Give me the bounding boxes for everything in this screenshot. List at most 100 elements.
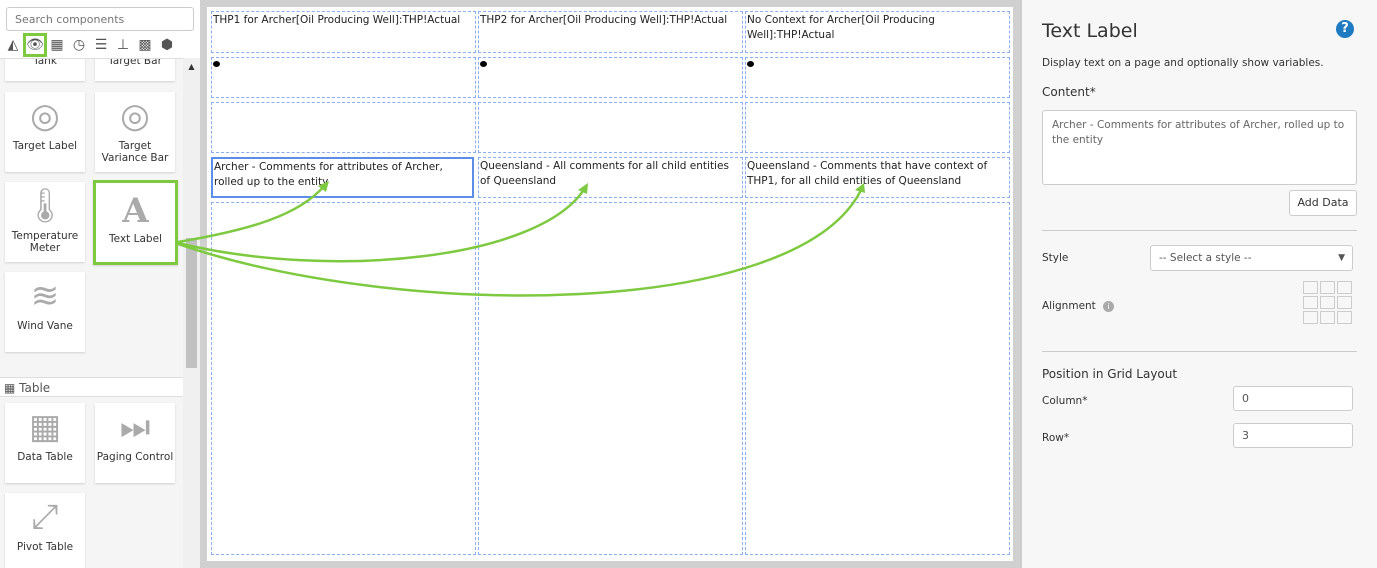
grid-cell[interactable]: Queensland - Comments that have context … [745, 157, 1010, 198]
card-label: Target Variance Bar [101, 140, 169, 164]
card-target-variance-bar[interactable]: ◎ Target Variance Bar [95, 92, 175, 172]
sidebar-scrollbar[interactable]: ▲ [183, 58, 200, 568]
grid-cell[interactable] [478, 102, 743, 153]
card-data-table[interactable]: ▦ Data Table [5, 403, 85, 483]
chevron-down-icon: ▼ [1338, 253, 1345, 263]
design-canvas: THP1 for Archer[Oil Producing Well]:THP!… [200, 0, 1020, 568]
row-label: Row* [1042, 432, 1070, 444]
help-icon[interactable]: ? [1336, 20, 1354, 38]
panel-description: Display text on a page and optionally sh… [1042, 57, 1324, 69]
align-cell[interactable] [1337, 311, 1352, 324]
align-cell[interactable] [1303, 281, 1318, 294]
card-label: Pivot Table [16, 541, 74, 553]
grid-cell[interactable]: THP1 for Archer[Oil Producing Well]:THP!… [211, 11, 476, 53]
cube-icon[interactable]: ⬢ [158, 36, 176, 54]
card-target-bar[interactable]: Target Bar [95, 58, 175, 81]
skip-forward-icon: ⏭ [119, 407, 151, 447]
clock-icon[interactable]: ◷ [70, 36, 88, 54]
component-sidebar: ◭ 👁 ▦ ◷ ☰ ⊥ ▩ ⬢ Tank Target Bar ◎ Target … [0, 0, 200, 568]
alignment-label-row: Alignment i [1042, 300, 1115, 312]
bullet-icon [213, 61, 220, 67]
style-select[interactable]: -- Select a style -- ▼ [1150, 245, 1353, 271]
scroll-up-icon[interactable]: ▲ [183, 62, 200, 71]
grid-cell[interactable]: Queensland - All comments for all child … [478, 157, 743, 198]
grid-cell[interactable] [478, 57, 743, 98]
target-icon: ◎ [30, 96, 60, 136]
card-label: Temperature Meter [11, 230, 79, 254]
target-icon: ◎ [120, 96, 150, 136]
card-pivot-table[interactable]: ⤢ Pivot Table [5, 493, 85, 568]
scrollbar-thumb[interactable] [186, 238, 197, 368]
grid-cell-selected[interactable]: Archer - Comments for attributes of Arch… [211, 157, 474, 198]
table-icon: ▦ [4, 381, 20, 395]
panel-title: Text Label [1042, 20, 1138, 42]
card-label: Data Table [17, 451, 73, 463]
align-cell[interactable] [1303, 311, 1318, 324]
cell-text: Archer - Comments for attributes of Arch… [214, 161, 443, 188]
row-input[interactable] [1233, 423, 1353, 448]
style-select-value: -- Select a style -- [1159, 252, 1252, 264]
divider [1042, 351, 1357, 352]
grid-cell[interactable] [211, 202, 476, 555]
cell-text: Queensland - Comments that have context … [747, 160, 988, 187]
grid-cell[interactable] [478, 202, 743, 555]
cell-text: No Context for Archer[Oil Producing Well… [747, 14, 935, 41]
component-list: Tank Target Bar ◎ Target Label ◎ Target Va… [0, 58, 183, 568]
table-icon[interactable]: ▦ [48, 36, 66, 54]
alignment-label: Alignment [1042, 300, 1096, 312]
sliders-icon[interactable]: ☰ [92, 36, 110, 54]
card-target-label[interactable]: ◎ Target Label [5, 92, 85, 172]
align-cell[interactable] [1320, 311, 1335, 324]
column-input[interactable] [1233, 386, 1353, 411]
table-icon: ▦ [28, 407, 62, 447]
text-a-icon: A [122, 191, 149, 231]
align-cell[interactable] [1320, 281, 1335, 294]
align-cell[interactable] [1320, 296, 1335, 309]
divider [1042, 230, 1357, 231]
align-cell[interactable] [1303, 296, 1318, 309]
cell-text: THP1 for Archer[Oil Producing Well]:THP!… [213, 14, 461, 26]
properties-panel: Text Label ? Display text on a page and … [1020, 0, 1377, 568]
area-chart-icon[interactable]: ◭ [4, 36, 22, 54]
card-label: Tank [33, 58, 57, 67]
search-input[interactable] [6, 7, 194, 31]
align-cell[interactable] [1337, 296, 1352, 309]
cell-text: THP2 for Archer[Oil Producing Well]:THP!… [480, 14, 728, 26]
card-label: Wind Vane [17, 320, 73, 332]
content-label: Content* [1042, 85, 1096, 99]
grid-cell[interactable] [745, 102, 1010, 153]
pivot-icon: ⤢ [31, 497, 59, 537]
page-grid: THP1 for Archer[Oil Producing Well]:THP!… [207, 7, 1013, 561]
grid-cell[interactable]: THP2 for Archer[Oil Producing Well]:THP!… [478, 11, 743, 53]
grid-icon[interactable]: ▩ [136, 36, 154, 54]
wind-icon: ≋ [30, 276, 60, 316]
card-paging-control[interactable]: ⏭ Paging Control [95, 403, 175, 483]
card-wind-vane[interactable]: ≋ Wind Vane [5, 272, 85, 352]
grid-cell[interactable] [745, 57, 1010, 98]
alignment-grid[interactable] [1303, 281, 1352, 324]
section-title: Table [19, 381, 51, 395]
cell-text: Queensland - All comments for all child … [480, 160, 729, 187]
align-cell[interactable] [1337, 281, 1352, 294]
card-text-label[interactable]: A Text Label [93, 180, 178, 265]
hierarchy-icon[interactable]: ⊥ [114, 36, 132, 54]
card-temperature-meter[interactable]: 🌡 Temperature Meter [5, 182, 85, 262]
position-heading: Position in Grid Layout [1042, 367, 1178, 381]
eye-icon[interactable]: 👁 [23, 33, 47, 57]
style-label: Style [1042, 252, 1069, 264]
grid-cell[interactable]: No Context for Archer[Oil Producing Well… [745, 11, 1010, 53]
card-label: Target Bar [108, 58, 162, 67]
bullet-icon [747, 61, 754, 67]
card-tank[interactable]: Tank [5, 58, 85, 81]
card-label: Paging Control [96, 451, 174, 463]
thermometer-icon: 🌡 [23, 186, 67, 226]
column-label: Column* [1042, 395, 1088, 407]
add-data-button[interactable]: Add Data [1289, 190, 1357, 216]
info-icon[interactable]: i [1103, 301, 1115, 312]
bullet-icon [480, 61, 487, 67]
grid-cell[interactable] [211, 102, 476, 153]
card-label: Target Label [12, 140, 78, 152]
grid-cell[interactable] [211, 57, 476, 98]
grid-cell[interactable] [745, 202, 1010, 555]
content-textarea[interactable]: Archer - Comments for attributes of Arch… [1042, 110, 1357, 185]
